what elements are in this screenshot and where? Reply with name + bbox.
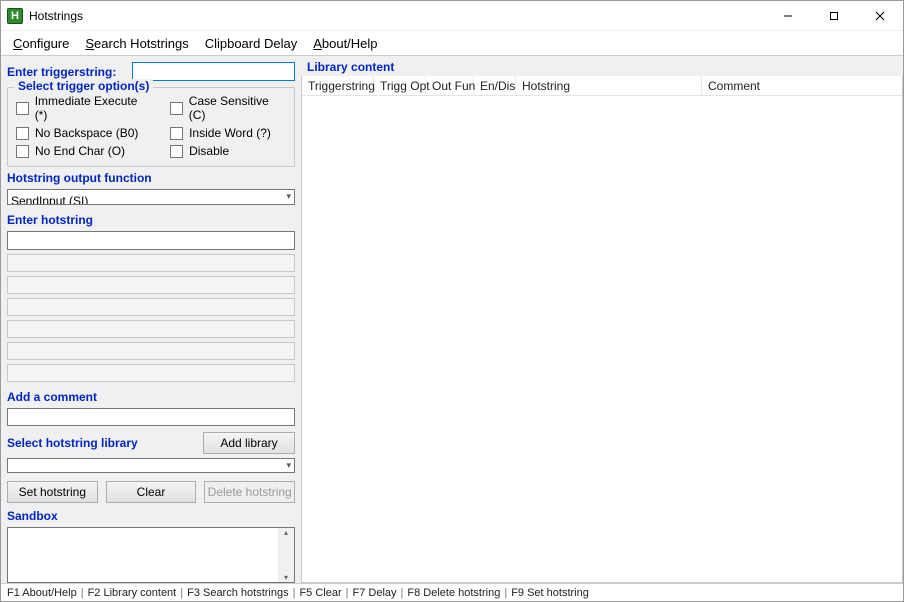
table-header: Triggerstring Trigg Opt Out Fun En/Dis H… <box>302 76 902 96</box>
close-button[interactable] <box>857 1 903 31</box>
checkbox-icon <box>170 145 183 158</box>
chk-inside-word[interactable]: Inside Word (?) <box>170 126 286 140</box>
chevron-down-icon: ▾ <box>286 191 291 202</box>
add-library-button[interactable]: Add library <box>203 432 295 454</box>
enter-hotstring-label: Enter hotstring <box>7 213 295 227</box>
chk-disable[interactable]: Disable <box>170 144 286 158</box>
output-function-value: SendInput (SI) <box>11 194 88 205</box>
output-function-label: Hotstring output function <box>7 171 295 185</box>
app-window: H Hotstrings Configure Search Hotstrings… <box>0 0 904 602</box>
status-f5: F5 Clear <box>299 587 341 599</box>
hotstring-input-3[interactable] <box>7 276 295 294</box>
trigger-options-legend: Select trigger option(s) <box>14 79 153 93</box>
scroll-up-icon: ▴ <box>284 528 288 537</box>
set-hotstring-button[interactable]: Set hotstring <box>7 481 98 503</box>
hotstring-input-4[interactable] <box>7 298 295 316</box>
maximize-icon <box>829 11 839 21</box>
hotstring-input-6[interactable] <box>7 342 295 360</box>
chevron-down-icon: ▾ <box>286 460 291 471</box>
status-f8: F8 Delete hotstring <box>407 587 500 599</box>
scroll-down-icon: ▾ <box>284 573 288 582</box>
status-f2: F2 Library content <box>88 587 177 599</box>
maximize-button[interactable] <box>811 1 857 31</box>
status-f9: F9 Set hotstring <box>511 587 589 599</box>
status-bar: F1 About/Help| F2 Library content| F3 Se… <box>1 583 903 601</box>
chk-immediate-execute[interactable]: Immediate Execute (*) <box>16 94 150 122</box>
minimize-icon <box>783 11 793 21</box>
menu-about[interactable]: About/Help <box>305 33 385 54</box>
hotstring-input-5[interactable] <box>7 320 295 338</box>
menu-configure[interactable]: Configure <box>5 33 77 54</box>
chk-case-sensitive[interactable]: Case Sensitive (C) <box>170 94 286 122</box>
col-triggerstring[interactable]: Triggerstring <box>302 76 374 95</box>
status-f1: F1 About/Help <box>7 587 77 599</box>
status-f3: F3 Search hotstrings <box>187 587 289 599</box>
checkbox-icon <box>16 102 29 115</box>
chk-no-end-char[interactable]: No End Char (O) <box>16 144 150 158</box>
menu-search[interactable]: Search Hotstrings <box>77 33 196 54</box>
hotstring-input-1[interactable] <box>7 231 295 250</box>
right-pane: Library content Triggerstring Trigg Opt … <box>301 56 903 583</box>
library-table[interactable]: Triggerstring Trigg Opt Out Fun En/Dis H… <box>301 76 903 583</box>
menu-configure-label: onfigure <box>22 36 69 51</box>
library-label: Select hotstring library <box>7 436 195 450</box>
col-hotstring[interactable]: Hotstring <box>516 76 702 95</box>
col-outfun[interactable]: Out Fun <box>426 76 474 95</box>
left-pane: Enter triggerstring: Select trigger opti… <box>1 56 301 583</box>
scrollbar[interactable]: ▴ ▾ <box>278 528 294 582</box>
hotstring-input-2[interactable] <box>7 254 295 272</box>
col-trigopt[interactable]: Trigg Opt <box>374 76 426 95</box>
checkbox-icon <box>170 127 183 140</box>
main-body: Enter triggerstring: Select trigger opti… <box>1 56 903 583</box>
sandbox-label: Sandbox <box>7 509 295 523</box>
col-comment[interactable]: Comment <box>702 76 902 95</box>
menu-bar: Configure Search Hotstrings Clipboard De… <box>1 31 903 56</box>
enter-trigger-label: Enter triggerstring: <box>7 65 124 79</box>
title-bar: H Hotstrings <box>1 1 903 31</box>
checkbox-icon <box>16 145 29 158</box>
triggerstring-input[interactable] <box>132 62 295 81</box>
checkbox-icon <box>170 102 183 115</box>
trigger-options-group: Select trigger option(s) Immediate Execu… <box>7 87 295 167</box>
col-endis[interactable]: En/Dis <box>474 76 516 95</box>
app-icon: H <box>7 8 23 24</box>
clear-button[interactable]: Clear <box>106 481 197 503</box>
status-f7: F7 Delay <box>353 587 397 599</box>
menu-clipboard[interactable]: Clipboard Delay <box>197 33 306 54</box>
hotstring-lines <box>7 231 295 382</box>
chk-no-backspace[interactable]: No Backspace (B0) <box>16 126 150 140</box>
output-function-select[interactable]: SendInput (SI) ▾ <box>7 189 295 205</box>
checkbox-icon <box>16 127 29 140</box>
sandbox-textarea[interactable]: ▴ ▾ <box>7 527 295 583</box>
close-icon <box>875 11 885 21</box>
comment-input[interactable] <box>7 408 295 426</box>
library-select[interactable]: ▾ <box>7 458 295 474</box>
minimize-button[interactable] <box>765 1 811 31</box>
delete-hotstring-button[interactable]: Delete hotstring <box>204 481 295 503</box>
window-title: Hotstrings <box>29 9 83 23</box>
menu-about-label: bout/Help <box>322 36 378 51</box>
comment-label: Add a comment <box>7 390 295 404</box>
hotstring-input-7[interactable] <box>7 364 295 382</box>
menu-search-label: earch Hotstrings <box>94 36 189 51</box>
library-content-label: Library content <box>301 56 903 76</box>
